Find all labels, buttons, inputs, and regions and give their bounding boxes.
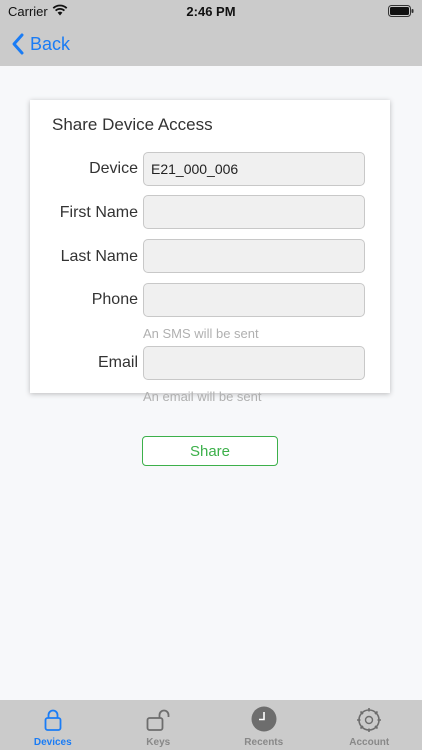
tab-devices[interactable]: Devices [0, 700, 106, 750]
tab-label-devices: Devices [33, 737, 72, 748]
tab-account[interactable]: Account [317, 700, 422, 750]
email-hint: An email will be sent [143, 389, 262, 404]
email-field[interactable] [143, 346, 365, 380]
email-label: Email [97, 354, 138, 371]
first-name-field[interactable] [143, 195, 365, 229]
chevron-left-icon [12, 33, 24, 55]
share-access-card: Share Device Access Device First Name La… [30, 100, 390, 393]
gear-icon [357, 708, 382, 732]
last-name-label: Last Name [60, 248, 138, 265]
unlock-icon [146, 709, 170, 731]
card-title: Share Device Access [52, 115, 213, 134]
phone-label: Phone [91, 291, 138, 308]
battery-icon [388, 5, 414, 17]
first-name-label: First Name [59, 204, 138, 221]
clock: 2:46 PM [186, 4, 236, 19]
tab-label-keys: Keys [146, 737, 171, 748]
tab-label-account: Account [349, 737, 390, 748]
last-name-field[interactable] [143, 239, 365, 273]
navigation-bar: Carrier 2:46 PM Back [0, 0, 422, 66]
tab-keys[interactable]: Keys [106, 700, 212, 750]
status-bar: Carrier 2:46 PM [0, 0, 422, 22]
share-button[interactable]: Share [142, 436, 278, 466]
tab-recents[interactable]: Recents [211, 700, 317, 750]
phone-field[interactable] [143, 283, 365, 317]
tab-label-recents: Recents [244, 737, 284, 748]
device-field[interactable] [143, 152, 365, 186]
tab-bar: Devices Keys Recents Account [0, 700, 422, 750]
back-label: Back [30, 33, 71, 54]
clock-icon [251, 706, 277, 732]
device-label: Device [89, 160, 138, 177]
back-button[interactable]: Back [10, 30, 70, 58]
lock-icon [44, 709, 62, 731]
phone-hint: An SMS will be sent [143, 326, 259, 341]
